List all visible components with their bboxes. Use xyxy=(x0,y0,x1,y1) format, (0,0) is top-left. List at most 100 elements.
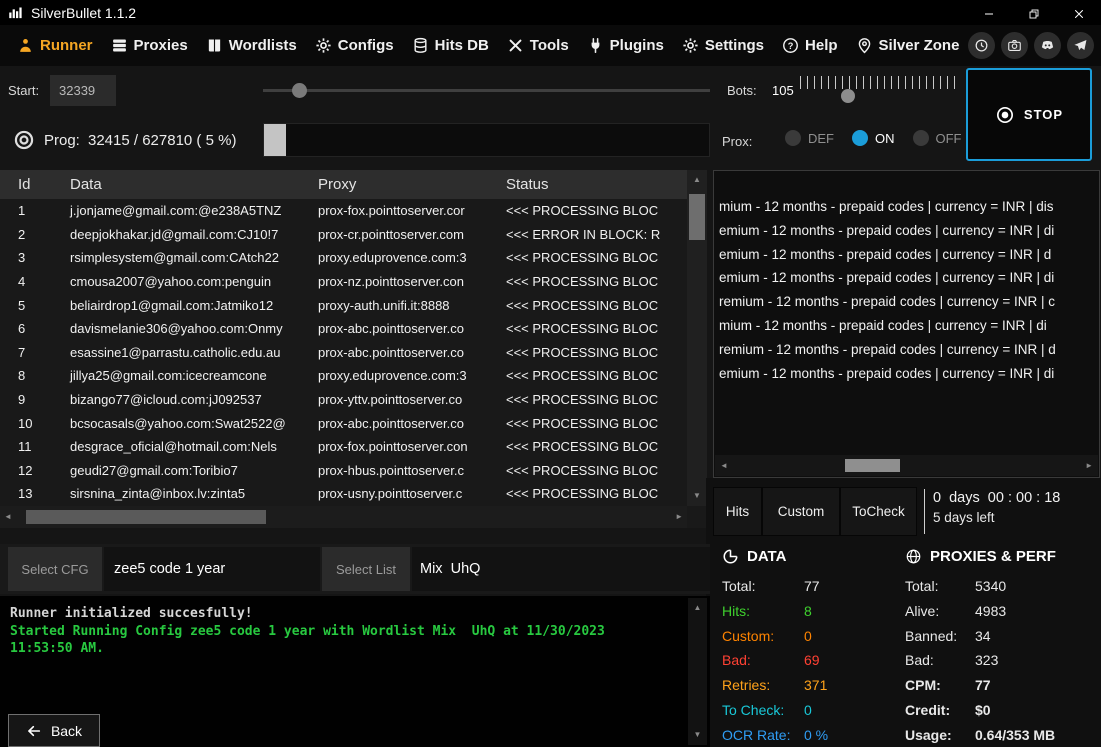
stat-row: Alive:4983 xyxy=(905,599,1101,624)
prox-option-on[interactable]: ON xyxy=(852,130,895,146)
scroll-up-arrow[interactable]: ▲ xyxy=(688,600,707,616)
plugins-icon xyxy=(587,37,604,54)
scroll-right-arrow[interactable]: ► xyxy=(675,509,683,525)
bots-slider[interactable] xyxy=(800,74,958,108)
config-row: Select CFG zee5 code 1 year Select List … xyxy=(0,544,710,594)
help-icon: ? xyxy=(782,37,799,54)
table-row[interactable]: 10bcsocasals@yahoo.com:Swat2522@prox-abc… xyxy=(0,411,687,435)
table-row[interactable]: 5beliairdrop1@gmail.com:Jatmiko12proxy-a… xyxy=(0,293,687,317)
nav-item-silver-zone[interactable]: Silver Zone xyxy=(847,25,969,66)
results-table-body: 1j.jonjame@gmail.com:@e238A5TNZprox-fox.… xyxy=(0,199,687,506)
nav-item-configs[interactable]: Configs xyxy=(306,25,403,66)
table-row[interactable]: 13sirsnina_zinta@inbox.lv:zinta5prox-usn… xyxy=(0,482,687,506)
table-row[interactable]: 8jillya25@gmail.com:icecreamconeproxy.ed… xyxy=(0,364,687,388)
vertical-scrollbar-thumb[interactable] xyxy=(689,194,705,240)
log-lines: Runner initialized succesfully!Started R… xyxy=(0,596,710,658)
nav-item-settings[interactable]: Settings xyxy=(673,25,773,66)
stat-value: 4983 xyxy=(975,599,1006,624)
discord-icon xyxy=(1040,38,1055,53)
stat-value: 77 xyxy=(804,574,820,599)
table-row[interactable]: 6davismelanie306@yahoo.com:Onmyprox-abc.… xyxy=(0,317,687,341)
header-data[interactable]: Data xyxy=(52,170,300,199)
stat-label: Custom: xyxy=(722,624,796,649)
prox-option-def[interactable]: DEF xyxy=(785,130,834,146)
nav-item-help[interactable]: ?Help xyxy=(773,25,847,66)
minimize-button[interactable] xyxy=(966,0,1011,25)
stat-label: Usage: xyxy=(905,723,967,747)
stat-label: Retries: xyxy=(722,673,796,698)
hit-line: emium - 12 months - prepaid codes | curr… xyxy=(719,266,1099,290)
header-proxy[interactable]: Proxy xyxy=(300,170,488,199)
stat-label: OCR Rate: xyxy=(722,723,796,747)
back-label: Back xyxy=(51,723,82,739)
timer: 0 days 00 : 00 : 18 5 days left xyxy=(933,490,1060,525)
pie-icon xyxy=(722,548,739,565)
stat-row: Total: 77 xyxy=(722,574,902,599)
log-line: Runner initialized succesfully! xyxy=(10,605,684,623)
header-id[interactable]: Id xyxy=(0,170,52,199)
nav-items: RunnerProxies Wordlists ConfigsHits DBTool… xyxy=(8,25,968,66)
bots-slider-thumb[interactable] xyxy=(841,89,855,103)
close-icon xyxy=(1073,7,1085,19)
camera-button[interactable] xyxy=(1001,32,1028,59)
nav-bar: RunnerProxies Wordlists ConfigsHits DBTool… xyxy=(0,25,1101,66)
start-slider-thumb[interactable] xyxy=(292,83,307,98)
hits-horizontal-scrollbar[interactable]: ◄ ► xyxy=(715,455,1098,476)
table-row[interactable]: 2deepjokhakar.jd@gmail.com:CJ10!7prox-cr… xyxy=(0,223,687,247)
start-input[interactable] xyxy=(50,75,116,106)
scroll-up-arrow[interactable]: ▲ xyxy=(687,172,707,188)
horizontal-scrollbar-thumb[interactable] xyxy=(26,510,266,524)
cell-data: deepjokhakar.jd@gmail.com:CJ10!7 xyxy=(52,227,300,242)
nav-item-runner[interactable]: Runner xyxy=(8,25,102,66)
table-row[interactable]: 9bizango77@icloud.com:jJ092537prox-yttv.… xyxy=(0,388,687,412)
horizontal-scrollbar-thumb[interactable] xyxy=(845,459,900,472)
tab-hits[interactable]: Hits xyxy=(713,487,762,536)
cell-proxy: prox-fox.pointtoserver.cor xyxy=(300,203,488,218)
scroll-right-arrow[interactable]: ► xyxy=(1085,458,1093,474)
scroll-down-arrow[interactable]: ▼ xyxy=(688,727,707,743)
globe-icon xyxy=(905,548,922,565)
table-row[interactable]: 12geudi27@gmail.com:Toribio7prox-hbus.po… xyxy=(0,459,687,483)
nav-item-hits-db[interactable]: Hits DB xyxy=(403,25,498,66)
table-row[interactable]: 11desgrace_oficial@hotmail.com:Nelsprox-… xyxy=(0,435,687,459)
cell-id: 11 xyxy=(0,439,52,454)
maximize-button[interactable] xyxy=(1011,0,1056,25)
nav-item-proxies[interactable]: Proxies xyxy=(102,25,197,66)
select-cfg-button[interactable]: Select CFG xyxy=(8,547,102,591)
table-horizontal-scrollbar[interactable]: ◄ ► xyxy=(0,506,687,528)
start-slider[interactable] xyxy=(263,81,710,99)
discord-button[interactable] xyxy=(1034,32,1061,59)
stat-value: 34 xyxy=(975,624,991,649)
header-status[interactable]: Status xyxy=(488,170,687,199)
back-button[interactable]: Back xyxy=(8,714,100,747)
slider-ticks xyxy=(800,76,958,89)
cell-data: bizango77@icloud.com:jJ092537 xyxy=(52,392,300,407)
nav-item-label: Wordlists xyxy=(229,37,297,54)
stat-label: Total: xyxy=(722,574,796,599)
table-vertical-scrollbar[interactable]: ▲ ▼ xyxy=(687,170,707,506)
nav-item-wordlists[interactable]: Wordlists xyxy=(197,25,306,66)
tab-custom[interactable]: Custom xyxy=(762,487,840,536)
table-row[interactable]: 3rsimplesystem@gmail.com:CAtch22proxy.ed… xyxy=(0,246,687,270)
close-button[interactable] xyxy=(1056,0,1101,25)
cell-status: <<< PROCESSING BLOC xyxy=(488,416,687,431)
scroll-left-arrow[interactable]: ◄ xyxy=(720,458,728,474)
cell-id: 2 xyxy=(0,227,52,242)
scroll-left-arrow[interactable]: ◄ xyxy=(4,509,12,525)
proxies-icon xyxy=(111,37,128,54)
table-row[interactable]: 1j.jonjame@gmail.com:@e238A5TNZprox-fox.… xyxy=(0,199,687,223)
runner-icon xyxy=(17,37,34,54)
table-row[interactable]: 4cmousa2007@yahoo.com:penguinprox-nz.poi… xyxy=(0,270,687,294)
log-scrollbar[interactable]: ▲ ▼ xyxy=(688,598,707,745)
nav-item-tools[interactable]: Tools xyxy=(498,25,578,66)
table-header: Id Data Proxy Status xyxy=(0,170,687,199)
tab-tocheck[interactable]: ToCheck xyxy=(840,487,917,536)
select-list-button[interactable]: Select List xyxy=(322,547,410,591)
telegram-button[interactable] xyxy=(1067,32,1094,59)
nav-item-plugins[interactable]: Plugins xyxy=(578,25,673,66)
scroll-down-arrow[interactable]: ▼ xyxy=(687,488,707,504)
table-row[interactable]: 7esassine1@parrastu.catholic.edu.auprox-… xyxy=(0,341,687,365)
cell-proxy: prox-abc.pointtoserver.co xyxy=(300,345,488,360)
history-button[interactable] xyxy=(968,32,995,59)
prox-option-off[interactable]: OFF xyxy=(913,130,962,146)
